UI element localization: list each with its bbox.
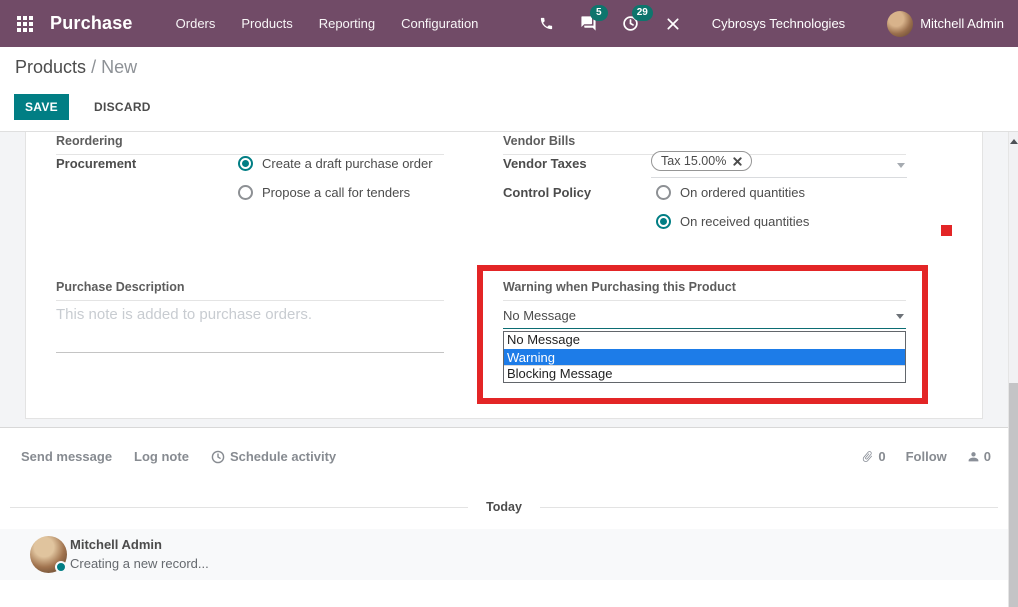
procurement-label: Procurement — [56, 156, 136, 171]
follower-icon — [967, 450, 980, 463]
form-view: Reordering Procurement Create a draft pu… — [0, 132, 1008, 427]
schedule-activity-label: Schedule activity — [230, 449, 336, 464]
app-title[interactable]: Purchase — [50, 13, 133, 34]
warning-select[interactable]: No Message — [503, 304, 906, 329]
log-note-button[interactable]: Log note — [134, 449, 189, 464]
radio-checked-icon[interactable] — [238, 156, 253, 171]
purchase-description-field[interactable]: This note is added to purchase orders. — [56, 306, 312, 323]
send-message-label: Send message — [21, 449, 112, 464]
chatter-right-tools: 0 Follow 0 — [841, 449, 991, 464]
main-menu: Orders Products Reporting Configuration — [163, 10, 492, 37]
scroll-up-icon[interactable] — [1010, 139, 1018, 144]
warning-option-warning[interactable]: Warning — [504, 349, 905, 366]
warning-select-value: No Message — [503, 308, 576, 323]
vendor-taxes-label: Vendor Taxes — [503, 156, 587, 171]
follow-button[interactable]: Follow — [906, 449, 947, 464]
select-caret-icon — [896, 314, 904, 319]
top-navbar: Purchase Orders Products Reporting Confi… — [0, 0, 1018, 47]
section-warning-purchasing: Warning when Purchasing this Product — [503, 280, 906, 301]
control-policy-option-ordered[interactable]: On ordered quantities — [656, 183, 805, 201]
paperclip-icon — [859, 447, 877, 465]
form-buttons: SAVE DISCARD — [14, 94, 151, 120]
control-policy-label: Control Policy — [503, 185, 591, 200]
attachments-button[interactable]: 0 — [861, 449, 885, 464]
menu-configuration[interactable]: Configuration — [388, 10, 491, 37]
control-policy-option-label: On ordered quantities — [680, 185, 805, 200]
discard-button[interactable]: DISCARD — [94, 100, 151, 114]
procurement-option-call-for-tenders[interactable]: Propose a call for tenders — [238, 183, 410, 201]
breadcrumb: Products / New — [15, 57, 137, 78]
apps-menu-icon[interactable] — [14, 13, 36, 35]
message-body: Creating a new record... — [70, 556, 209, 571]
chatter-message: Mitchell Admin Creating a new record... — [0, 529, 1008, 580]
section-reordering: Reordering — [56, 134, 444, 155]
divider-line — [10, 507, 468, 508]
procurement-option-draft-po[interactable]: Create a draft purchase order — [238, 154, 433, 172]
vendor-tax-tag: Tax 15.00% — [651, 151, 752, 171]
online-status-dot — [55, 561, 67, 573]
divider-line — [540, 507, 998, 508]
user-name[interactable]: Mitchell Admin — [920, 16, 1004, 31]
control-policy-option-label: On received quantities — [680, 214, 809, 229]
chatter: Send message Log note Schedule activity … — [0, 427, 1008, 607]
vertical-scrollbar[interactable] — [1008, 132, 1018, 607]
control-panel: Products / New SAVE DISCARD — [0, 47, 1018, 132]
navbar-systray: 5 29 Cybrosys Technologies Mitchell Admi… — [518, 11, 1004, 37]
radio-checked-icon[interactable] — [656, 214, 671, 229]
messages-badge: 5 — [590, 5, 608, 21]
followers-button[interactable]: 0 — [967, 449, 991, 464]
radio-unchecked-icon[interactable] — [656, 185, 671, 200]
clock-icon — [211, 450, 225, 464]
tools-icon[interactable] — [660, 11, 686, 37]
user-avatar[interactable] — [887, 11, 913, 37]
form-sheet: Reordering Procurement Create a draft pu… — [25, 132, 983, 419]
breadcrumb-products[interactable]: Products — [15, 57, 86, 77]
attachment-count: 0 — [878, 449, 885, 464]
procurement-option-label: Propose a call for tenders — [262, 185, 410, 200]
activities-icon[interactable]: 29 — [618, 11, 644, 37]
tag-remove-icon[interactable] — [733, 157, 742, 166]
follower-count: 0 — [984, 449, 991, 464]
procurement-option-label: Create a draft purchase order — [262, 156, 433, 171]
section-purchase-description: Purchase Description — [56, 280, 444, 301]
vendor-tax-tag-label: Tax 15.00% — [661, 154, 726, 168]
menu-orders[interactable]: Orders — [163, 10, 229, 37]
scrollbar-thumb[interactable] — [1009, 383, 1018, 607]
company-name[interactable]: Cybrosys Technologies — [712, 16, 845, 31]
chatter-toolbar: Send message Log note Schedule activity … — [21, 449, 991, 464]
save-button[interactable]: SAVE — [14, 94, 69, 120]
date-divider: Today — [10, 498, 998, 516]
warning-option-no-message[interactable]: No Message — [504, 332, 905, 349]
date-divider-label: Today — [486, 500, 522, 514]
schedule-activity-button[interactable]: Schedule activity — [211, 449, 336, 464]
log-note-label: Log note — [134, 449, 189, 464]
warning-option-blocking-message[interactable]: Blocking Message — [504, 365, 905, 382]
phone-icon[interactable] — [534, 11, 560, 37]
warning-dropdown-list: No Message Warning Blocking Message — [503, 331, 906, 383]
odoo-window: Purchase Orders Products Reporting Confi… — [0, 0, 1018, 607]
menu-products[interactable]: Products — [228, 10, 305, 37]
send-message-button[interactable]: Send message — [21, 449, 112, 464]
activities-badge: 29 — [632, 5, 653, 21]
vendor-taxes-field[interactable]: Tax 15.00% — [651, 150, 907, 178]
messages-icon[interactable]: 5 — [576, 11, 602, 37]
follow-label: Follow — [906, 449, 947, 464]
menu-reporting[interactable]: Reporting — [306, 10, 388, 37]
message-author: Mitchell Admin — [70, 537, 162, 552]
field-divider — [56, 352, 444, 353]
radio-unchecked-icon[interactable] — [238, 185, 253, 200]
control-policy-option-received[interactable]: On received quantities — [656, 212, 809, 230]
breadcrumb-separator: / — [91, 57, 96, 77]
breadcrumb-new: New — [101, 57, 137, 77]
dropdown-caret-icon[interactable] — [897, 163, 905, 168]
